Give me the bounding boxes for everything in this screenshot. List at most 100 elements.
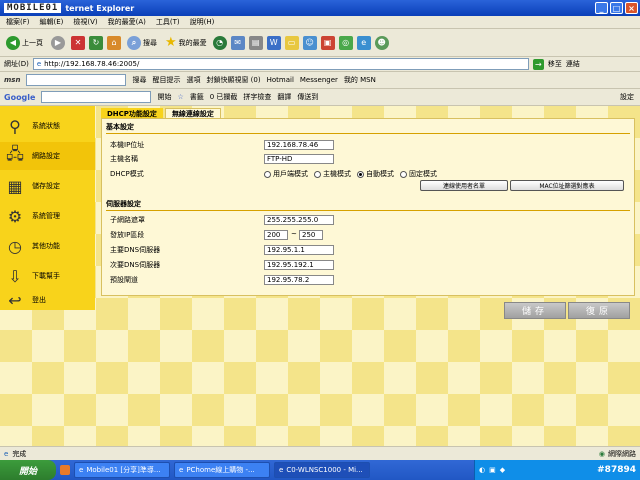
search-icon: ⌕ <box>127 35 141 50</box>
radio-host-mode[interactable]: 主機模式 <box>314 169 351 179</box>
gateway-field[interactable]: 192.95.78.2 <box>264 275 334 285</box>
folder-icon[interactable]: ▭ <box>284 35 299 50</box>
ip-range-end-field[interactable]: 250 <box>299 230 323 240</box>
task-router-page[interactable]: e C0-WLNSC1000 - Mi... <box>274 462 370 478</box>
globe-icon: ◉ <box>598 449 605 458</box>
google-bookmarks-button[interactable]: 書籤 <box>190 92 204 102</box>
primary-dns-field[interactable]: 192.95.1.1 <box>264 245 334 255</box>
sidebar-item-status[interactable]: ⚲ 系統狀態 <box>0 112 95 140</box>
favorites-button[interactable]: ★ 我的最愛 <box>163 35 209 50</box>
forward-button[interactable]: ▶ <box>49 35 67 50</box>
print-icon[interactable]: ▤ <box>248 35 263 50</box>
window-title: ternet Explorer <box>65 3 135 13</box>
radio-fixed-mode[interactable]: 固定模式 <box>400 169 437 179</box>
mail-icon[interactable]: ✉ <box>230 35 245 50</box>
menu-favorites[interactable]: 我的最愛(A) <box>108 17 146 27</box>
save-button[interactable]: 儲存 <box>504 302 566 319</box>
msn-mymsn-button[interactable]: 我的 MSN <box>344 75 376 85</box>
system-tray: ◐ ▣ ◆ #87894 <box>474 460 640 480</box>
home-icon[interactable]: ⌂ <box>107 35 121 50</box>
stop-icon[interactable]: ✕ <box>71 35 85 50</box>
google-settings-button[interactable]: 設定 <box>620 92 634 102</box>
shield-icon[interactable]: ◆ <box>500 466 505 474</box>
subnet-mask-label: 子網路遮罩 <box>110 216 145 224</box>
menu-bar: 檔案(F) 編輯(E) 檢視(V) 我的最愛(A) 工具(T) 說明(H) <box>0 16 640 29</box>
search-label: 搜尋 <box>143 38 157 47</box>
google-spellcheck-button[interactable]: 拼字檢查 <box>243 92 271 102</box>
msn-search-button[interactable]: 搜尋 <box>132 75 146 85</box>
menu-file[interactable]: 檔案(F) <box>6 17 30 27</box>
msn-messenger-button[interactable]: Messenger <box>300 76 338 84</box>
ip-field[interactable]: 192.168.78.46 <box>264 140 334 150</box>
sidebar-item-label: 網路設定 <box>32 152 60 160</box>
zone-label: 網際網路 <box>608 449 636 458</box>
sidebar-item-system[interactable]: ⚙ 系統管理 <box>0 202 95 230</box>
back-arrow-icon: ◀ <box>6 35 20 50</box>
messenger-icon[interactable]: ☺ <box>302 35 317 50</box>
google-send-button[interactable]: 傳送到 <box>297 92 318 102</box>
links-button[interactable]: 連結 <box>566 59 580 69</box>
maximize-button[interactable]: □ <box>610 2 623 14</box>
sidebar-item-logout[interactable]: ↩ 登出 <box>0 286 95 314</box>
address-input[interactable]: e http://192.168.78.46:2005/ <box>32 58 529 70</box>
client-list-button[interactable]: 連線使用者名單 <box>420 180 508 191</box>
radio-client-mode[interactable]: 用戶端模式 <box>264 169 308 179</box>
ie-icon: e <box>179 466 184 474</box>
menu-edit[interactable]: 編輯(E) <box>40 17 64 27</box>
msn-popup-blocker[interactable]: 封鎖快顯視窗 (0) <box>206 75 260 85</box>
google-toolbar: Google 開始 ☆ 書籤 0 已攔截 拼字檢查 翻譯 傳送到 設定 <box>0 89 640 106</box>
ie-addon-icon[interactable]: e <box>356 35 371 50</box>
reset-button[interactable]: 復原 <box>568 302 630 319</box>
network-tray-icon[interactable]: ▣ <box>489 466 496 474</box>
ip-range-start-field[interactable]: 200 <box>264 230 288 240</box>
task-mobile01[interactable]: e Mobile01 [分享]準導... <box>74 462 170 478</box>
download-icon: ⇩ <box>8 266 22 286</box>
plugin-icon[interactable]: ◎ <box>338 35 353 50</box>
edit-icon[interactable]: W <box>266 35 281 50</box>
zone-indicator: ◉ 網際網路 <box>599 449 636 459</box>
google-search-input[interactable] <box>41 91 152 103</box>
task-pchome[interactable]: e PChome線上購物 -... <box>174 462 270 478</box>
volume-icon[interactable]: ◐ <box>479 466 485 474</box>
address-label: 網址(D) <box>4 60 29 68</box>
subnet-mask-field[interactable]: 255.255.255.0 <box>264 215 334 225</box>
back-button[interactable]: ◀ 上一頁 <box>4 35 45 50</box>
quicklaunch-icon[interactable] <box>60 465 70 475</box>
menu-tools[interactable]: 工具(T) <box>156 17 180 27</box>
mac-filter-button[interactable]: MAC位址篩選對應表 <box>510 180 624 191</box>
sidebar: ⚲ 系統狀態 🖧 網路設定 ▦ 儲存設定 ⚙ 系統管理 ◷ 其他功能 ⇩ 下載幫… <box>0 106 95 310</box>
msn-highlight-button[interactable]: 醒目提示 <box>152 75 180 85</box>
users-icon[interactable]: ☻ <box>374 35 389 50</box>
basic-settings-heading: 基本設定 <box>106 123 134 131</box>
status-text: 完成 <box>12 449 27 458</box>
refresh-icon[interactable]: ↻ <box>89 35 103 50</box>
go-button[interactable]: 移至 <box>548 59 562 69</box>
history-icon[interactable]: ◔ <box>212 35 227 50</box>
host-field[interactable]: FTP-HD <box>264 154 334 164</box>
go-icon[interactable]: → <box>532 58 544 70</box>
google-translate-button[interactable]: 翻譯 <box>277 92 291 102</box>
sidebar-item-storage[interactable]: ▦ 儲存設定 <box>0 172 95 200</box>
msn-options-button[interactable]: 選項 <box>186 75 200 85</box>
secondary-dns-field[interactable]: 192.95.192.1 <box>264 260 334 270</box>
sidebar-item-network[interactable]: 🖧 網路設定 <box>0 142 95 170</box>
research-icon[interactable]: ▣ <box>320 35 335 50</box>
msn-search-input[interactable] <box>26 74 127 86</box>
divider <box>106 133 630 134</box>
sidebar-item-label: 儲存設定 <box>32 182 60 190</box>
menu-help[interactable]: 說明(H) <box>190 17 215 27</box>
msn-hotmail-button[interactable]: Hotmail <box>267 76 294 84</box>
sidebar-item-label: 其他功能 <box>32 242 60 250</box>
ie-icon: e <box>279 466 284 474</box>
google-start-button[interactable]: 開始 <box>157 92 171 102</box>
minimize-button[interactable]: _ <box>595 2 608 14</box>
sidebar-item-other[interactable]: ◷ 其他功能 <box>0 232 95 260</box>
msn-logo: msn <box>4 76 21 84</box>
start-button[interactable]: 開始 <box>0 460 56 480</box>
radio-auto-mode[interactable]: 自動模式 <box>357 169 394 179</box>
page-icon: e <box>36 60 42 68</box>
google-popup-blocked[interactable]: 0 已攔截 <box>210 92 238 102</box>
search-button[interactable]: ⌕ 搜尋 <box>125 35 159 50</box>
menu-view[interactable]: 檢視(V) <box>73 17 97 27</box>
close-button[interactable]: × <box>625 2 638 14</box>
